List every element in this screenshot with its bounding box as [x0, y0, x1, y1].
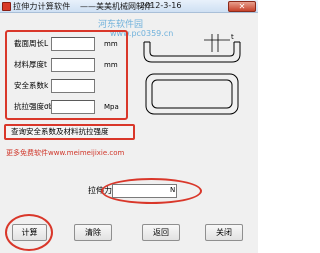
part-diagram: t — [143, 33, 241, 115]
param-label-perimeter: 截面周长L — [14, 39, 49, 48]
query-safety-factor-button[interactable]: 查询安全系数及材料抗拉强度 — [4, 124, 135, 140]
top-view-inner — [151, 79, 233, 109]
window-title: 拉伸力计算软件 — [13, 2, 71, 11]
section-inner-outline — [149, 42, 235, 57]
window-close-button[interactable]: ✕ — [228, 1, 256, 12]
safety-factor-input[interactable] — [51, 79, 95, 93]
param-label-thickness: 材料厚度t — [14, 60, 47, 69]
parameters-group: 截面周长L mm 材料厚度t mm 安全系数k 抗拉强度σb Mpa — [5, 30, 128, 120]
back-button[interactable]: 返回 — [142, 224, 180, 241]
title-bar[interactable]: 拉伸力计算软件 ——美美机械网制作 2012-3-16 ✕ — [0, 0, 258, 13]
tensile-force-output[interactable] — [112, 184, 177, 198]
thickness-input[interactable] — [51, 58, 95, 72]
param-label-safety-factor: 安全系数k — [14, 81, 49, 90]
app-icon — [2, 2, 11, 11]
calculate-button[interactable]: 计算 — [12, 224, 47, 241]
param-unit-perimeter: mm — [104, 40, 118, 48]
perimeter-input[interactable] — [51, 37, 95, 51]
param-unit-tensile-strength: Mpa — [104, 103, 119, 111]
param-label-tensile-strength: 抗拉强度σb — [14, 102, 54, 111]
tensile-strength-input[interactable] — [51, 100, 95, 114]
tensile-force-unit: N — [170, 186, 176, 194]
close-button[interactable]: 关闭 — [205, 224, 243, 241]
window-title-date: 2012-3-16 — [140, 1, 182, 10]
param-unit-thickness: mm — [104, 61, 118, 69]
website-link[interactable]: 更多免费软件www.meimeijixie.com — [6, 148, 124, 158]
app-window: 拉伸力计算软件 ——美美机械网制作 2012-3-16 ✕ 河东软件园 www.… — [0, 0, 258, 253]
dimension-label-t: t — [231, 33, 234, 41]
clear-button[interactable]: 清除 — [74, 224, 112, 241]
section-outer-outline — [143, 42, 241, 63]
